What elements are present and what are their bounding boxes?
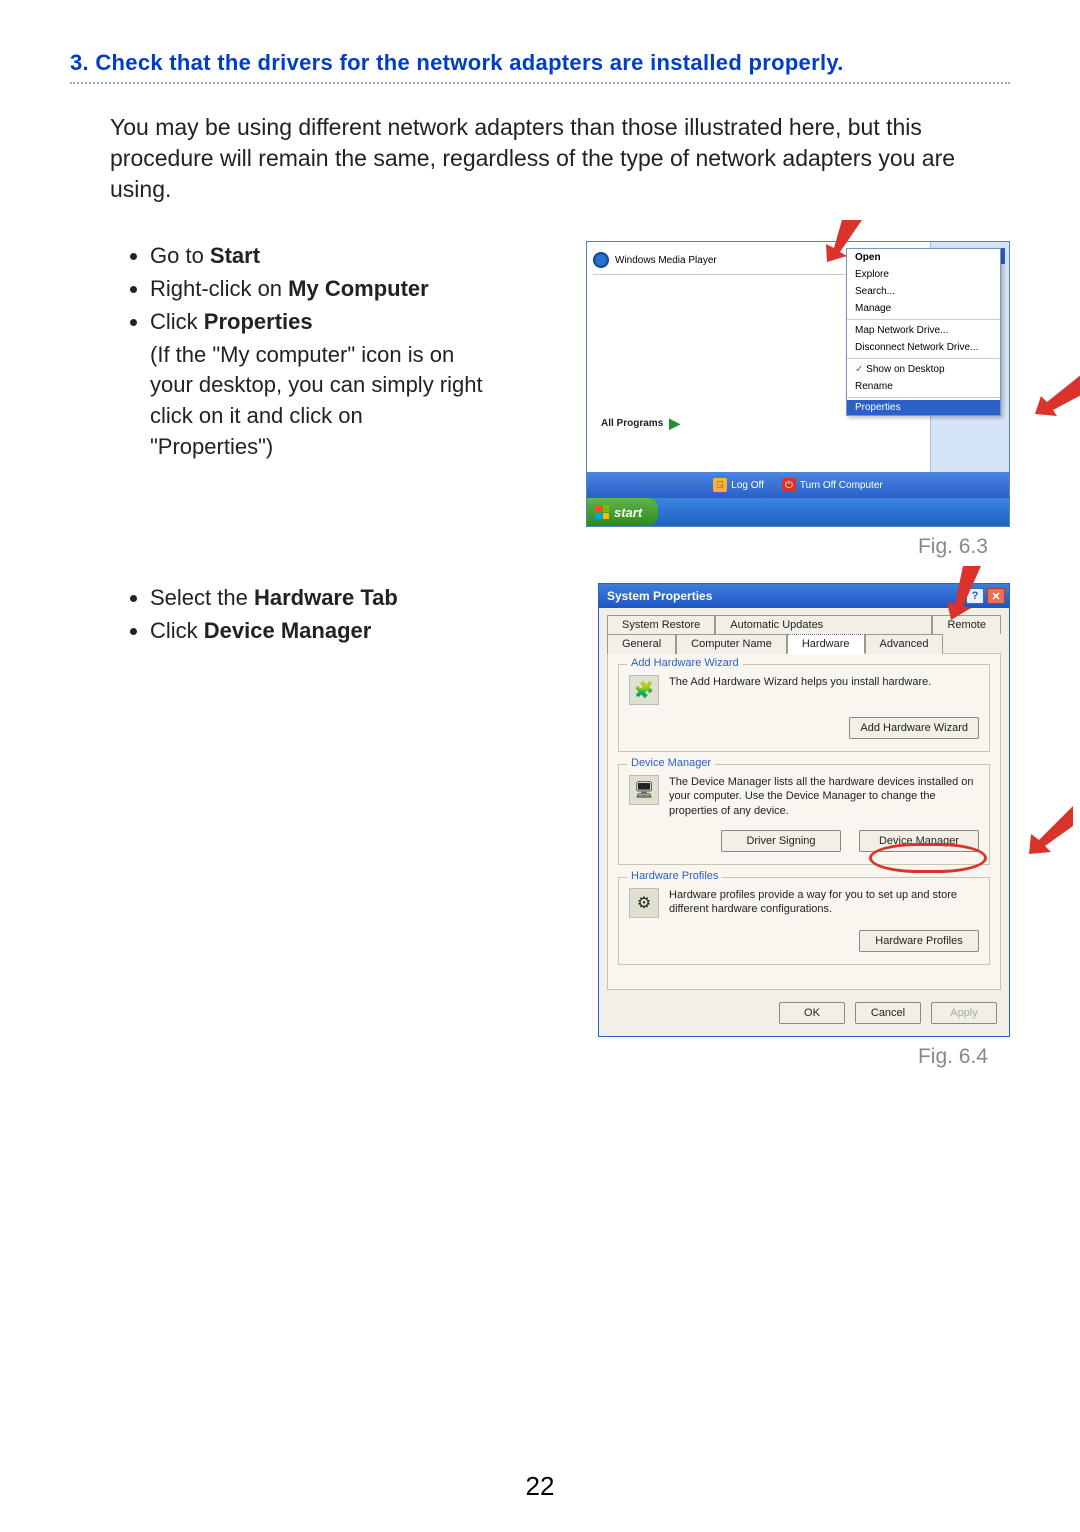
bullet-click-device-manager: Click Device Manager (150, 616, 490, 647)
tab-system-restore[interactable]: System Restore (607, 615, 715, 634)
context-search[interactable]: Search... (847, 283, 1000, 300)
logoff-icon: ⍈ (713, 478, 727, 492)
figure-system-properties: System Properties ? ✕ System Restore Aut… (598, 583, 1010, 1037)
cancel-button[interactable]: Cancel (855, 1002, 921, 1024)
figure-caption-1: Fig. 6.3 (918, 535, 1010, 559)
page-number: 22 (0, 1471, 1080, 1502)
figure-caption-2: Fig. 6.4 (918, 1045, 1010, 1069)
group-hardware-profiles: Hardware Profiles ⚙ Hardware profiles pr… (618, 877, 990, 965)
legend-add-hardware: Add Hardware Wizard (627, 657, 743, 669)
close-button[interactable]: ✕ (987, 588, 1005, 604)
group-device-manager: Device Manager 🖥 The Device Manager list… (618, 764, 990, 865)
ok-button[interactable]: OK (779, 1002, 845, 1024)
context-manage[interactable]: Manage (847, 300, 1000, 317)
legend-device-manager: Device Manager (627, 757, 715, 769)
tab-general[interactable]: General (607, 634, 676, 654)
arrow-right-icon: ▶ (669, 415, 680, 432)
windows-logo-icon (595, 505, 609, 519)
context-show-on-desktop[interactable]: ✓ Show on Desktop (847, 361, 1000, 378)
logoff-button[interactable]: ⍈Log Off (713, 478, 764, 492)
bullet-properties-note: (If the "My computer" icon is on your de… (150, 340, 490, 463)
legend-hardware-profiles: Hardware Profiles (627, 870, 722, 882)
apply-button[interactable]: Apply (931, 1002, 997, 1024)
instructions-block-a: Go to Start Right-click on My Computer C… (70, 241, 490, 559)
hardware-wizard-icon: 🧩 (629, 675, 659, 705)
context-menu: Open Explore Search... Manage Map Networ… (846, 248, 1001, 416)
device-manager-icon: 🖥 (629, 775, 659, 805)
logoff-bar: ⍈Log Off ⏻Turn Off Computer (587, 472, 1009, 498)
tab-advanced[interactable]: Advanced (865, 634, 944, 654)
tab-automatic-updates[interactable]: Automatic Updates (715, 615, 932, 634)
dialog-title: System Properties (607, 589, 712, 603)
intro-paragraph: You may be using different network adapt… (110, 112, 1010, 205)
turnoff-button[interactable]: ⏻Turn Off Computer (782, 478, 883, 492)
driver-signing-button[interactable]: Driver Signing (721, 830, 841, 852)
hardware-wizard-text: The Add Hardware Wizard helps you instal… (669, 675, 979, 705)
bullet-right-click-my-computer: Right-click on My Computer (150, 274, 490, 305)
context-explore[interactable]: Explore (847, 266, 1000, 283)
hardware-profiles-icon: ⚙ (629, 888, 659, 918)
tab-computer-name[interactable]: Computer Name (676, 634, 787, 654)
context-rename[interactable]: Rename (847, 378, 1000, 395)
hardware-panel: Add Hardware Wizard 🧩 The Add Hardware W… (607, 653, 1001, 990)
hardware-profiles-text: Hardware profiles provide a way for you … (669, 888, 979, 918)
context-map-drive[interactable]: Map Network Drive... (847, 322, 1000, 339)
device-manager-text: The Device Manager lists all the hardwar… (669, 775, 979, 818)
hardware-profiles-button[interactable]: Hardware Profiles (859, 930, 979, 952)
taskbar: start (587, 498, 1009, 526)
device-manager-button[interactable]: Device Manager (859, 830, 979, 852)
bullet-select-hardware-tab: Select the Hardware Tab (150, 583, 490, 614)
tab-hardware[interactable]: Hardware (787, 634, 865, 654)
add-hardware-wizard-button[interactable]: Add Hardware Wizard (849, 717, 979, 739)
dialog-buttons: OK Cancel Apply (599, 998, 1009, 1036)
all-programs[interactable]: All Programs ▶ (593, 415, 924, 432)
figure-start-menu: Windows Media Player All Programs ▶ 🖥My … (586, 241, 1010, 527)
group-add-hardware-wizard: Add Hardware Wizard 🧩 The Add Hardware W… (618, 664, 990, 752)
step-heading: 3. Check that the drivers for the networ… (70, 50, 1010, 76)
bullet-go-to-start: Go to Start (150, 241, 490, 272)
dotted-rule (70, 82, 1010, 84)
start-button[interactable]: start (587, 498, 658, 526)
context-disconnect-drive[interactable]: Disconnect Network Drive... (847, 339, 1000, 356)
wmp-icon (593, 252, 609, 268)
bullet-click-properties: Click Properties (150, 307, 490, 338)
context-properties[interactable]: Properties (847, 400, 1000, 415)
context-open[interactable]: Open (847, 249, 1000, 266)
power-icon: ⏻ (782, 478, 796, 492)
instructions-block-b: Select the Hardware Tab Click Device Man… (70, 583, 490, 1069)
